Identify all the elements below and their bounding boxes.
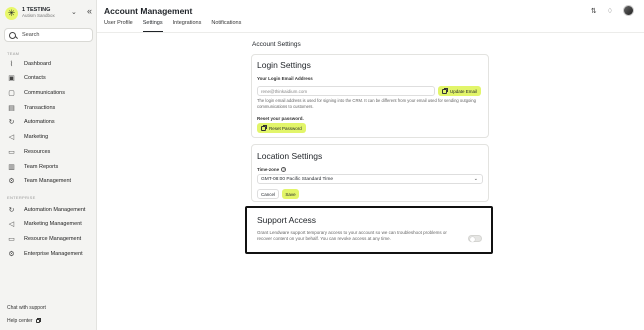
refresh-icon: ↻ (8, 119, 15, 126)
reset-password-label: Reset your password. (257, 116, 304, 121)
save-button[interactable]: Save (282, 189, 299, 199)
login-email-label: Your Login Email Address (257, 76, 313, 81)
timezone-label-row: Time-zone ? (257, 167, 287, 172)
sidebar-item-marketing-management[interactable]: ◁ Marketing Management (4, 218, 93, 230)
reset-password-button[interactable]: Reset Password (257, 123, 306, 133)
external-link-icon (261, 124, 267, 131)
gear-icon: ⚙ (8, 251, 15, 258)
section-label-enterprise: ENTERPRISE (7, 195, 36, 200)
sidebar-item-label: Resource Management (24, 236, 82, 242)
sidebar-item-label: Team Management (24, 178, 72, 184)
search-icon (9, 31, 16, 39)
update-email-label: Update Email (450, 88, 478, 94)
search-input[interactable]: Search (4, 28, 93, 42)
sidebar-item-label: Resources (24, 149, 51, 155)
sidebar: ✳ 1 TESTING Autism Sandbox ⌄ « Search TE… (0, 0, 97, 330)
sidebar-item-team-reports[interactable]: ▥ Team Reports (4, 161, 93, 173)
sidebar-item-transactions[interactable]: ▤ Transactions (4, 102, 93, 114)
sidebar-item-label: Enterprise Management (24, 251, 83, 257)
sidebar-item-label: Marketing (24, 134, 49, 140)
update-email-button[interactable]: Update Email (438, 86, 482, 96)
reset-password-button-label: Reset Password (269, 125, 302, 131)
megaphone-icon: ◁ (8, 221, 15, 228)
sidebar-item-label: Transactions (24, 105, 56, 111)
collapse-sidebar-icon[interactable]: « (87, 6, 92, 16)
chart-icon: ⌇ (9, 61, 14, 68)
sidebar-item-communications[interactable]: ▢ Communications (4, 87, 93, 99)
support-access-description: Grant Lendware support temporary access … (257, 230, 447, 242)
timezone-label: Time-zone (257, 167, 280, 172)
workspace-logo: ✳ (5, 6, 18, 20)
support-access-card: Support Access Grant Lendware support te… (245, 206, 493, 254)
login-email-help: The login email address is used for sign… (257, 98, 476, 109)
tab-user-profile[interactable]: User Profile (104, 20, 133, 32)
top-bar-actions: ⇅ ♢ (591, 5, 634, 16)
chat-with-support-link[interactable]: Chat with support (7, 305, 46, 311)
support-access-toggle[interactable] (468, 235, 482, 242)
gear-icon: ⚙ (8, 178, 15, 185)
sidebar-item-contacts[interactable]: ▣ Contacts (4, 72, 93, 84)
help-center-link[interactable]: Help center (7, 318, 43, 324)
sidebar-item-label: Automation Management (24, 207, 86, 213)
sidebar-item-label: Team Reports (24, 164, 59, 170)
sidebar-item-dashboard[interactable]: ⌇ Dashboard (4, 58, 93, 70)
tab-integrations[interactable]: Integrations (173, 20, 202, 32)
settings-sliders-icon[interactable]: ⇅ (591, 7, 597, 15)
sidebar-item-resource-management[interactable]: ▭ Resource Management (4, 233, 93, 245)
folder-icon: ▭ (8, 149, 15, 156)
sidebar-item-team-management[interactable]: ⚙ Team Management (4, 175, 93, 187)
chevron-down-icon[interactable]: ⌄ (71, 8, 77, 16)
workspace-subtitle: Autism Sandbox (22, 13, 55, 18)
folder-icon: ▭ (8, 236, 15, 243)
workspace-switcher[interactable]: ✳ 1 TESTING Autism Sandbox ⌄ « (5, 5, 93, 21)
refresh-icon: ↻ (8, 207, 15, 214)
contacts-icon: ▣ (8, 75, 15, 82)
chevron-down-icon: ⌄ (473, 176, 478, 182)
search-label: Search (22, 32, 40, 38)
megaphone-icon: ◁ (8, 134, 15, 141)
avatar[interactable] (623, 5, 634, 16)
sidebar-item-label: Contacts (24, 75, 46, 81)
page-title: Account Management (104, 6, 193, 16)
sidebar-item-automations[interactable]: ↻ Automations (4, 116, 93, 128)
bell-icon[interactable]: ♢ (607, 7, 613, 15)
sidebar-item-label: Automations (24, 119, 55, 125)
login-email-field[interactable]: rene@thinkaidium.com (257, 86, 435, 96)
sidebar-item-automation-management[interactable]: ↻ Automation Management (4, 204, 93, 216)
main-content: Account Management ⇅ ♢ User Profile Sett… (97, 0, 644, 330)
tab-notifications[interactable]: Notifications (211, 20, 241, 32)
cancel-button[interactable]: Cancel (257, 189, 279, 199)
tab-bar: User Profile Settings Integrations Notif… (104, 20, 251, 32)
sidebar-item-label: Communications (24, 90, 65, 96)
login-settings-card: Login Settings Your Login Email Address … (251, 54, 489, 138)
report-icon: ▥ (8, 164, 15, 171)
external-link-icon (442, 87, 448, 94)
timezone-value: GMT-08:00 Pacific Standard Time (261, 176, 333, 182)
sidebar-item-label: Dashboard (24, 61, 51, 67)
chat-icon: ▢ (8, 90, 15, 97)
transactions-icon: ▤ (8, 105, 15, 112)
account-settings-title: Account Settings (252, 41, 301, 48)
location-settings-heading: Location Settings (257, 151, 323, 161)
info-icon: ? (281, 167, 287, 172)
login-settings-heading: Login Settings (257, 60, 311, 70)
section-label-team: TEAM (7, 51, 20, 56)
sidebar-item-resources[interactable]: ▭ Resources (4, 146, 93, 158)
tab-settings[interactable]: Settings (142, 20, 163, 32)
external-link-icon (35, 318, 41, 323)
location-settings-card: Location Settings Time-zone ? GMT-08:00 … (251, 144, 489, 202)
help-center-label: Help center (7, 318, 33, 324)
sidebar-item-label: Marketing Management (24, 221, 82, 227)
timezone-select[interactable]: GMT-08:00 Pacific Standard Time ⌄ (257, 174, 483, 184)
tab-divider (97, 32, 644, 33)
sidebar-item-marketing[interactable]: ◁ Marketing (4, 131, 93, 143)
support-access-heading: Support Access (257, 215, 317, 225)
sidebar-item-enterprise-management[interactable]: ⚙ Enterprise Management (4, 248, 93, 260)
